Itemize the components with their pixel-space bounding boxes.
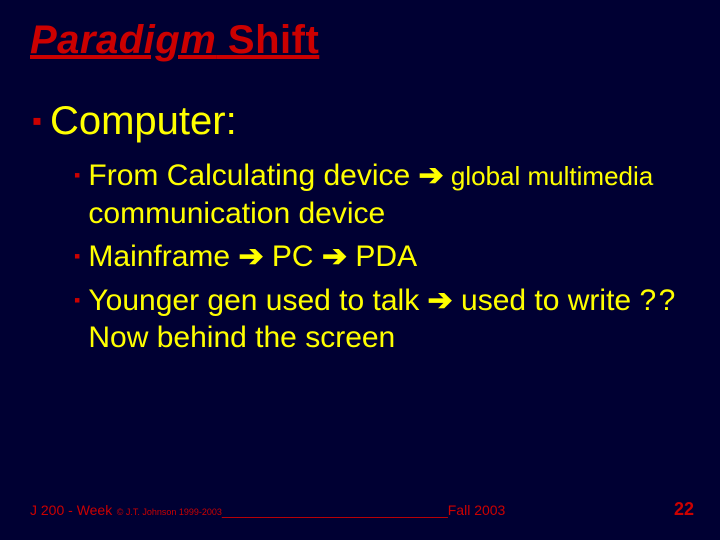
bullet-square-icon: ▪ [32,107,42,135]
text-fragment: From Calculating device [88,159,418,192]
list-item-text: Younger gen used to talk ➔ used to write… [88,282,690,357]
arrow-icon: ➔ [419,159,444,192]
heading-text: Computer: [50,99,237,143]
footer-course: J 200 - Week [30,502,112,518]
bullet-square-icon: ▪ [74,291,80,309]
heading-row: ▪ Computer: [32,99,690,143]
bullet-square-icon: ▪ [74,247,80,265]
list-item: ▪ Mainframe ➔ PC ➔ PDA [74,238,690,276]
list-item: ▪ Younger gen used to talk ➔ used to wri… [74,282,690,357]
page-number: 22 [674,499,694,520]
list-item-text: From Calculating device ➔ global multime… [88,157,690,232]
footer-term: Fall 2003 [448,502,506,518]
arrow-icon: ➔ [322,240,347,273]
slide: Paradigm Shift ▪ Computer: ▪ From Calcul… [0,0,720,540]
text-fragment: communication device [88,197,385,230]
text-fragment: PC [264,240,322,273]
text-fragment: PDA [347,240,417,273]
slide-title: Paradigm Shift [30,18,690,63]
text-fragment-small: global multimedia [444,161,654,191]
footer: J 200 - Week © J.T. Johnson 1999-2003___… [30,502,690,518]
title-italic: Paradigm [30,18,216,62]
bullet-square-icon: ▪ [74,166,80,184]
list-item-text: Mainframe ➔ PC ➔ PDA [88,238,417,276]
bullet-list: ▪ From Calculating device ➔ global multi… [74,157,690,357]
arrow-icon: ➔ [428,284,453,317]
text-fragment: Younger gen used to talk [88,284,427,317]
title-rest: Shift [216,18,319,62]
arrow-icon: ➔ [238,240,263,273]
footer-line: _____________________________ [222,502,448,518]
text-fragment: Mainframe [88,240,238,273]
footer-copyright: © J.T. Johnson 1999-2003 [114,507,222,517]
list-item: ▪ From Calculating device ➔ global multi… [74,157,690,232]
